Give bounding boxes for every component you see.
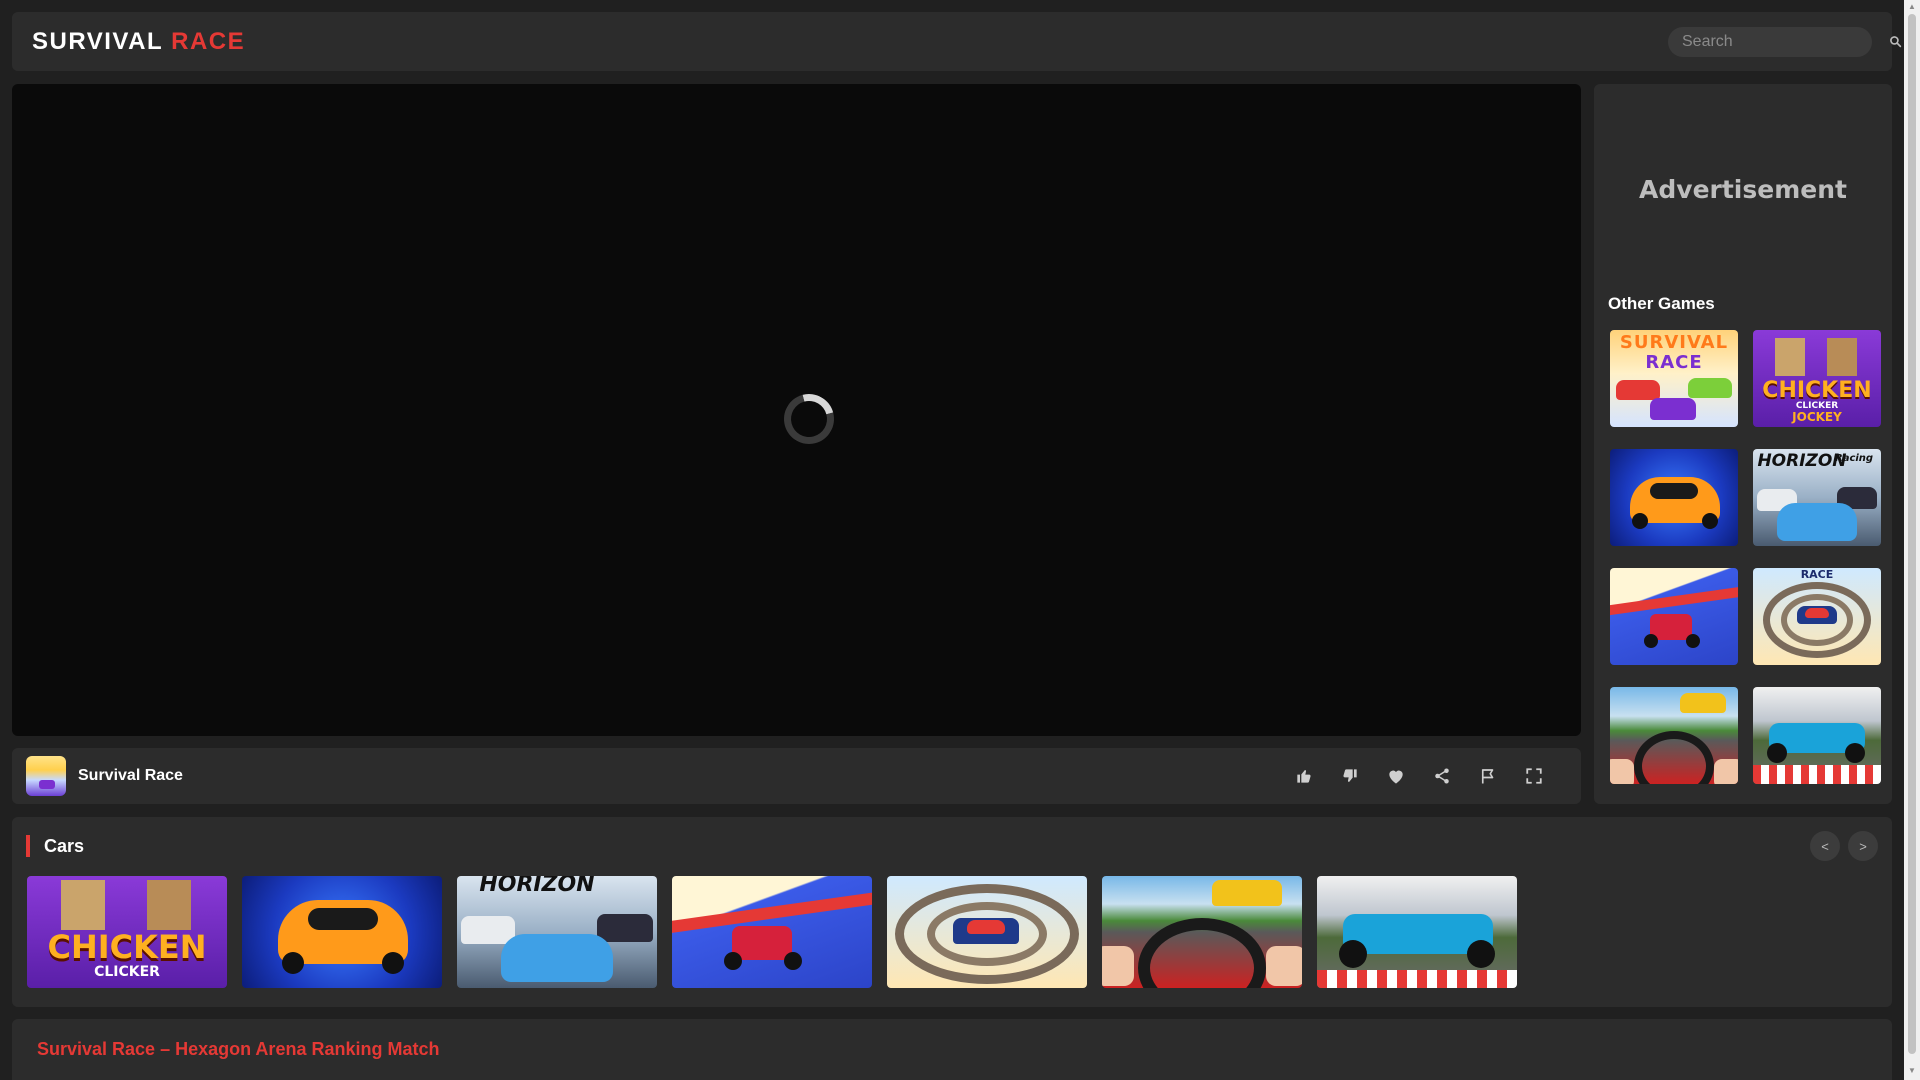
cars-next-button[interactable]: > [1848, 831, 1878, 861]
game-thumb-blue-f1[interactable] [1317, 876, 1517, 988]
site-header: SURVIVAL RACE [12, 12, 1902, 71]
game-thumb-red-f1[interactable] [1610, 568, 1738, 665]
logo-word-survival: SURVIVAL [32, 27, 164, 55]
game-thumb-blue-f1[interactable] [1753, 687, 1881, 784]
logo-word-race: RACE [171, 27, 246, 55]
description-title: Survival Race – Hexagon Arena Ranking Ma… [37, 1039, 440, 1059]
page: SURVIVALRACE Survival Race [0, 0, 1904, 1080]
game-title: Survival Race [78, 767, 183, 784]
thumb-text: CLICKER [94, 964, 160, 980]
game-thumb-survival-race[interactable]: SURVIVAL RACE [1610, 330, 1738, 427]
scrollbar-thumb[interactable] [1908, 14, 1916, 1054]
thumb-text: HORIZON [479, 876, 595, 897]
game-thumb-horizon-racing[interactable]: HORIZON Racing [1753, 449, 1881, 546]
page-scrollbar[interactable]: ▲ ▼ [1904, 0, 1920, 1080]
thumb-text: RACE [1645, 352, 1703, 373]
game-thumb-stunt-race[interactable]: RACE [1753, 568, 1881, 665]
game-thumb-supercar[interactable] [1610, 449, 1738, 546]
game-thumb-stunt-race[interactable] [887, 876, 1087, 988]
scroll-down-arrow-icon[interactable]: ▼ [1907, 1066, 1917, 1076]
search-box [1668, 26, 1902, 57]
other-games-title: Other Games [1608, 294, 1715, 313]
game-thumb-horizon-racing[interactable]: HORIZON [457, 876, 657, 988]
game-thumb-chicken-clicker[interactable]: CHICKEN CLICKER [27, 876, 227, 988]
thumb-text: JOCKEY [1792, 410, 1842, 424]
fullscreen-icon [1526, 768, 1542, 784]
favorite-button[interactable] [1373, 753, 1419, 799]
advertisement[interactable]: Advertisement [1594, 84, 1892, 294]
dislike-button[interactable] [1327, 753, 1373, 799]
game-actions [1281, 753, 1557, 799]
game-info: Survival Race [26, 756, 183, 796]
game-thumb-supercar[interactable] [242, 876, 442, 988]
cars-section-title: Cars [26, 835, 84, 857]
game-thumb-red-f1[interactable] [672, 876, 872, 988]
other-games-grid: SURVIVAL RACE CHICKEN CLICKER JOCKEY HOR… [1610, 330, 1881, 784]
loading-spinner-icon [774, 384, 844, 454]
game-info-bar: Survival Race [12, 748, 1581, 804]
cars-section: Cars < > CHICKEN CLICKER HORIZON [12, 817, 1892, 1007]
flag-icon [1481, 769, 1494, 784]
thumb-text: SURVIVAL [1619, 332, 1729, 353]
like-button[interactable] [1281, 753, 1327, 799]
sidebar: Advertisement Other Games SURVIVAL RACE … [1594, 84, 1892, 804]
scroll-up-arrow-icon[interactable]: ▲ [1907, 2, 1917, 12]
thumb-text: Racing [1835, 453, 1874, 464]
game-thumb-chicken-clicker-jockey[interactable]: CHICKEN CLICKER JOCKEY [1753, 330, 1881, 427]
cars-prev-button[interactable]: < [1810, 831, 1840, 861]
report-button[interactable] [1465, 753, 1511, 799]
thumbs-up-icon [1297, 770, 1311, 783]
search-icon[interactable] [1889, 34, 1902, 50]
game-player[interactable] [12, 84, 1581, 736]
thumb-text: CHICKEN [47, 928, 207, 966]
heart-icon [1389, 770, 1403, 784]
thumb-text: CHICKEN [1762, 378, 1872, 403]
fullscreen-button[interactable] [1511, 753, 1557, 799]
cars-row: CHICKEN CLICKER HORIZON [27, 876, 1517, 988]
game-icon [26, 756, 66, 796]
search-input[interactable] [1682, 32, 1889, 51]
share-icon [1435, 768, 1449, 784]
thumbs-down-icon [1343, 769, 1357, 782]
game-description: Survival Race – Hexagon Arena Ranking Ma… [12, 1019, 1892, 1080]
site-logo[interactable]: SURVIVAL RACE [32, 28, 245, 56]
game-thumb-cockpit-driving[interactable] [1102, 876, 1302, 988]
share-button[interactable] [1419, 753, 1465, 799]
game-thumb-cockpit-driving[interactable] [1610, 687, 1738, 784]
thumb-text: RACE [1800, 568, 1834, 581]
